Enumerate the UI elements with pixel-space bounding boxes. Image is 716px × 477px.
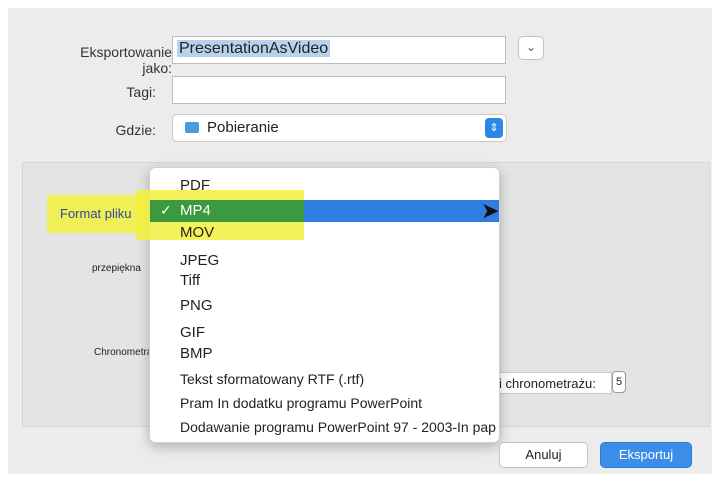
menu-item-bmp[interactable]: BMP <box>180 345 213 362</box>
timings-label: Chronometraż <box>94 347 158 358</box>
timings-field[interactable]: i chronometrażu: <box>488 372 612 394</box>
mouse-cursor-icon: ➤ <box>481 198 500 223</box>
checkmark-icon: ✓ <box>160 202 172 218</box>
filename-text: PresentationAsVideo <box>177 40 331 57</box>
menu-item-pdf[interactable]: PDF <box>180 177 210 194</box>
file-format-menu[interactable]: ✓ PDF MP4 MOV JPEG Tiff PNG GIF BMP Teks… <box>136 167 500 443</box>
timings-stepper[interactable]: 5 <box>612 371 626 393</box>
filename-field[interactable]: PresentationAsVideo <box>172 36 506 64</box>
tags-label: Tagi: <box>126 84 156 100</box>
menu-item-tiff[interactable]: Tiff <box>180 272 200 289</box>
tags-input[interactable] <box>172 76 506 104</box>
timings-field-text: i chronometrażu: <box>499 376 596 391</box>
menu-item-ppt-addin[interactable]: Pram In dodatku programu PowerPoint <box>180 395 422 411</box>
menu-item-ppt97-addin[interactable]: Dodawanie programu PowerPoint 97 - 2003-… <box>180 419 496 435</box>
export-as-label: Eksportowanie jako: <box>80 44 172 76</box>
menu-item-rtf[interactable]: Tekst sformatowany RTF (.rtf) <box>180 371 364 387</box>
menu-item-mov[interactable]: MOV <box>180 224 214 241</box>
quality-label: przepiękna <box>92 263 141 274</box>
menu-item-gif[interactable]: GIF <box>180 324 205 341</box>
menu-item-png[interactable]: PNG <box>180 297 213 314</box>
file-format-label: Format pliku <box>60 206 132 221</box>
cancel-button[interactable]: Anuluj <box>499 442 588 468</box>
folder-icon <box>185 122 199 133</box>
export-button[interactable]: Eksportuj <box>600 442 692 468</box>
menu-item-mp4[interactable]: MP4 <box>180 202 211 219</box>
menu-item-jpeg[interactable]: JPEG <box>180 252 219 269</box>
location-value: Pobieranie <box>207 119 279 136</box>
updown-arrows-icon: ⇕ <box>485 118 503 138</box>
location-popup[interactable]: Pobieranie ⇕ <box>172 114 507 142</box>
menu-selection-overlap <box>150 200 304 222</box>
chevron-down-icon: ⌄ <box>525 40 537 54</box>
where-label: Gdzie: <box>115 122 156 138</box>
expand-dialog-button[interactable]: ⌄ <box>518 36 544 60</box>
